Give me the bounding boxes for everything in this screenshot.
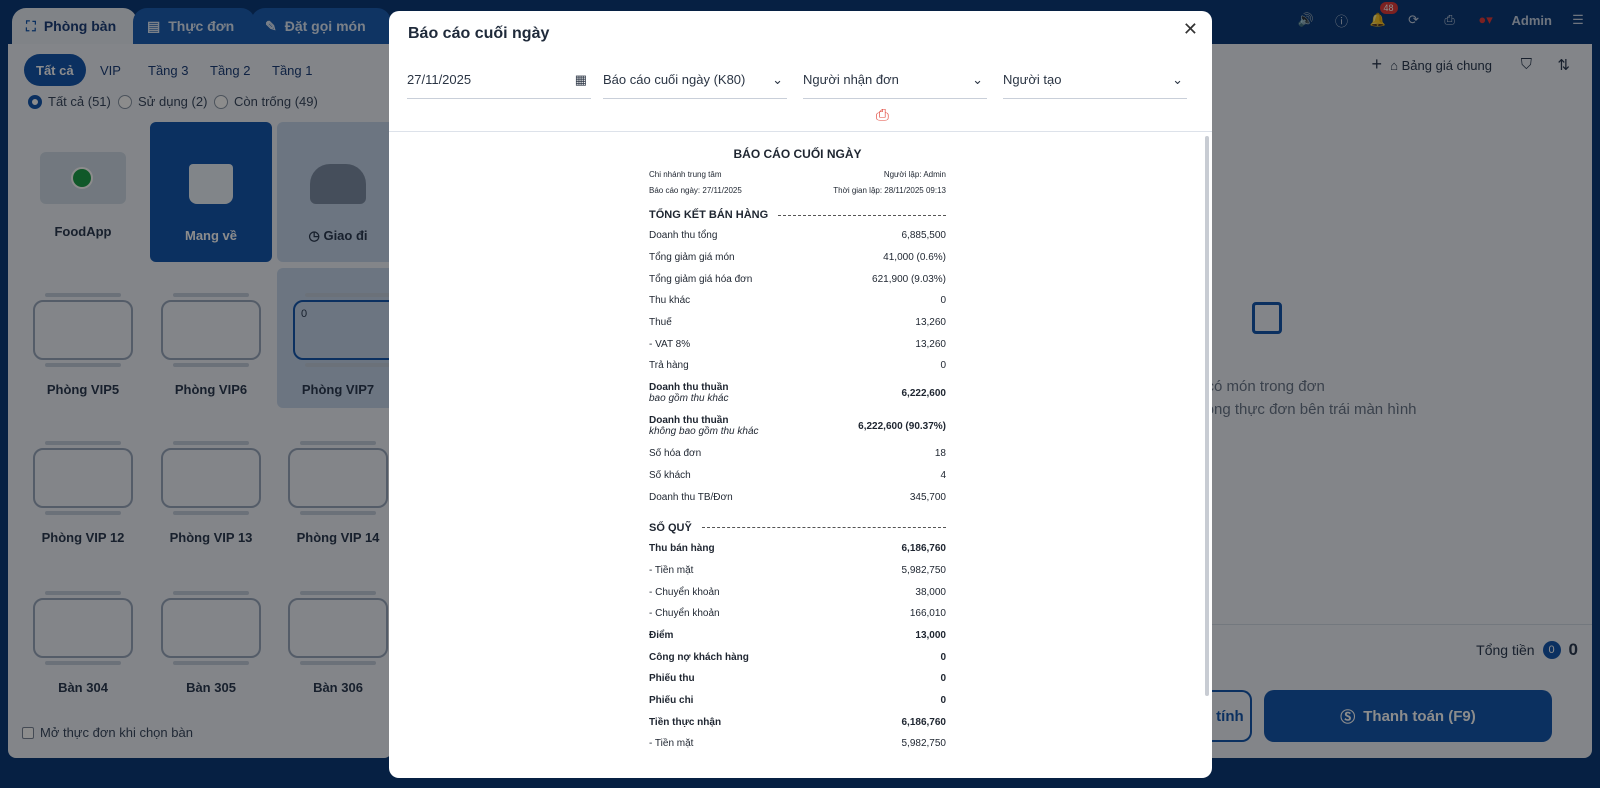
- scrollbar[interactable]: [1205, 136, 1209, 696]
- report-row: Số hóa đơn 18: [649, 443, 946, 465]
- receiver-select[interactable]: Người nhận đơn ⌄: [803, 61, 987, 99]
- report-row: Công nợ khách hàng 0: [649, 646, 946, 668]
- print-icon[interactable]: ⎙: [876, 107, 889, 125]
- end-of-day-report-dialog: Báo cáo cuối ngày ✕ 27/11/2025 ▦ Báo cáo …: [389, 11, 1212, 778]
- report-row: Số khách 4: [649, 465, 946, 487]
- report-row: Thu khác 0: [649, 290, 946, 312]
- row-label: - Chuyển khoản: [649, 586, 720, 598]
- report-row: Doanh thu TB/Đơn 345,700: [649, 486, 946, 508]
- close-icon[interactable]: ✕: [1183, 19, 1198, 40]
- row-label: Phiếu chi: [649, 695, 694, 707]
- row-value: 345,700: [909, 491, 946, 503]
- report-row: Tiền thực nhận 6,186,760: [649, 711, 946, 733]
- row-value: 6,885,500: [901, 230, 947, 242]
- row-label: Thu bán hàng: [649, 543, 715, 555]
- row-value: 41,000 (0.6%): [883, 252, 946, 264]
- report-title: BÁO CÁO CUỐI NGÀY: [733, 147, 862, 161]
- row-value: 6,186,760: [901, 543, 947, 555]
- row-value: 6,186,760: [901, 716, 947, 728]
- row-value: 0: [940, 651, 946, 663]
- report-row: Điểm 13,000: [649, 625, 946, 647]
- chevron-down-icon: ⌄: [972, 71, 983, 87]
- row-label: - Tiền mặt: [649, 564, 694, 576]
- row-value: 38,000: [915, 586, 946, 598]
- chevron-down-icon: ⌄: [772, 71, 783, 87]
- report-row: Trả hàng 0: [649, 355, 946, 377]
- row-value: 5,982,750: [901, 738, 947, 750]
- row-label: Số khách: [649, 469, 691, 481]
- row-value: 621,900 (9.03%): [872, 273, 946, 285]
- row-value: 4: [940, 469, 946, 481]
- report-preview[interactable]: BÁO CÁO CUỐI NGÀY Chi nhánh trung tâm Ngư…: [389, 132, 1212, 778]
- row-value: 0: [940, 295, 946, 307]
- report-row: Doanh thu tổng 6,885,500: [649, 225, 946, 247]
- report-row: - Chuyển khoản 38,000: [649, 581, 946, 603]
- row-label: Tổng giảm giá món: [649, 252, 735, 264]
- row-label: Tổng giảm giá hóa đơn: [649, 273, 753, 285]
- dialog-title: Báo cáo cuối ngày: [408, 25, 550, 42]
- calendar-icon[interactable]: ▦: [575, 72, 587, 88]
- report-row: Thu bán hàng 6,186,760: [649, 538, 946, 560]
- row-label: Doanh thu tổng: [649, 230, 718, 242]
- row-label: Thu khác: [649, 295, 691, 307]
- row-label: Điểm: [649, 629, 674, 641]
- row-value: 13,260: [915, 338, 946, 350]
- row-value: 0: [940, 673, 946, 685]
- row-value: 18: [934, 448, 946, 460]
- report-paper: BÁO CÁO CUỐI NGÀY Chi nhánh trung tâm Ngư…: [649, 132, 946, 755]
- row-label: Số hóa đơn: [649, 448, 702, 460]
- report-row: - VAT 8% 13,260: [649, 333, 946, 355]
- report-row: Phiếu chi 0: [649, 690, 946, 712]
- branch: Chi nhánh trung tâm: [649, 170, 722, 179]
- row-label: Doanh thu TB/Đơn: [649, 491, 733, 503]
- row-value: 13,000: [915, 629, 946, 641]
- row-value: 5,982,750: [901, 564, 947, 576]
- row-value: 0: [940, 360, 946, 372]
- report-date: Báo cáo ngày: 27/11/2025: [649, 186, 742, 195]
- row-label: Tiền thực nhận: [649, 716, 722, 728]
- report-row: Doanh thu thuần không bao gồm thu khác 6,…: [649, 415, 946, 438]
- created-time: Thời gian lập: 28/11/2025 09:13: [833, 186, 946, 195]
- row-value: 13,260: [915, 317, 946, 329]
- report-row: Doanh thu thuần bao gồm thu khác 6,222,60…: [649, 382, 946, 405]
- report-type-select[interactable]: Báo cáo cuối ngày (K80) ⌄: [603, 61, 787, 99]
- row-label: Phiếu thu: [649, 673, 695, 685]
- date-input[interactable]: 27/11/2025 ▦: [407, 61, 591, 99]
- creator-select[interactable]: Người tạo ⌄: [1003, 61, 1187, 99]
- row-label: Thuế: [649, 317, 672, 329]
- chevron-down-icon: ⌄: [1172, 71, 1183, 87]
- report-row: Tổng giảm giá hóa đơn 621,900 (9.03%): [649, 268, 946, 290]
- section-cash-book: SỔ QUỸ: [649, 522, 946, 534]
- report-row: Phiếu thu 0: [649, 668, 946, 690]
- row-value: 166,010: [909, 608, 946, 620]
- section-sales-summary: TỔNG KẾT BÁN HÀNG: [649, 209, 946, 221]
- report-row: Thuế 13,260: [649, 312, 946, 334]
- creator: Người lập: Admin: [883, 170, 946, 179]
- report-row: - Tiền mặt 5,982,750: [649, 733, 946, 755]
- report-row: - Chuyển khoản 166,010: [649, 603, 946, 625]
- row-value: 0: [940, 695, 946, 707]
- report-row: Tổng giảm giá món 41,000 (0.6%): [649, 247, 946, 269]
- report-row: - Tiền mặt 5,982,750: [649, 560, 946, 582]
- row-label: Trả hàng: [649, 360, 689, 372]
- row-label: Công nợ khách hàng: [649, 651, 749, 663]
- row-label: - Chuyển khoản: [649, 608, 720, 620]
- row-label: - Tiền mặt: [649, 738, 694, 750]
- row-label: - VAT 8%: [649, 338, 691, 350]
